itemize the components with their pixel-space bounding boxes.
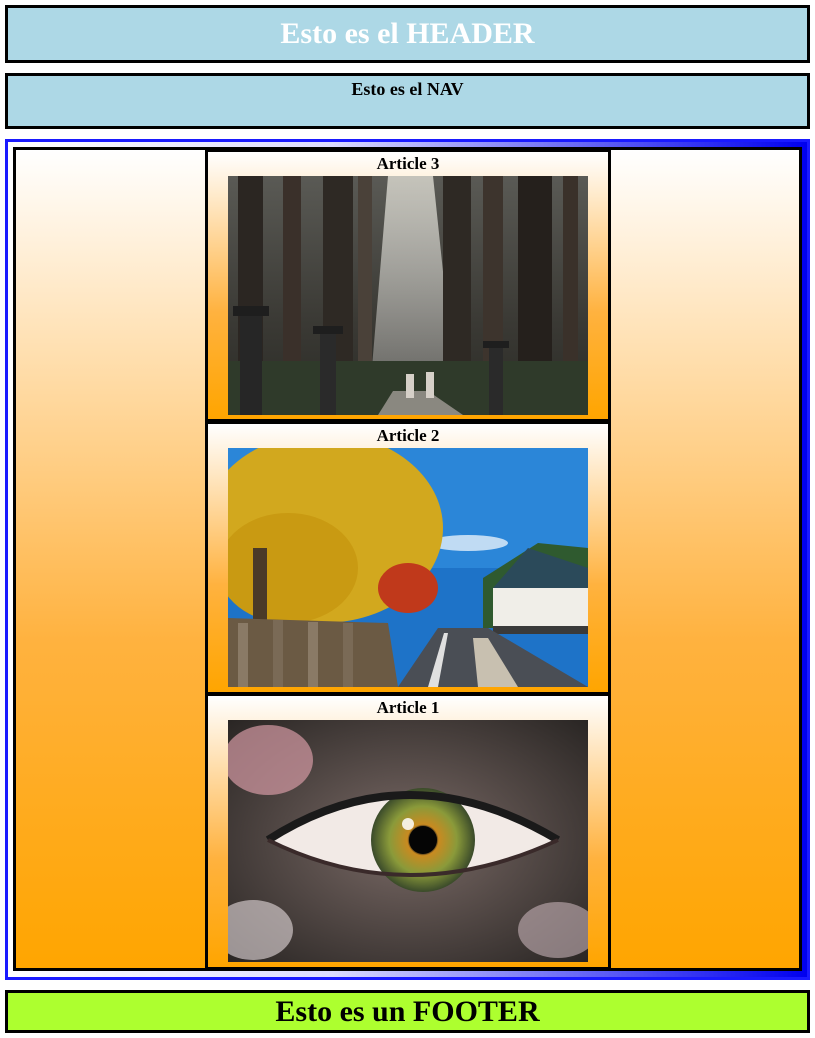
footer-title: Esto es un FOOTER (275, 995, 540, 1028)
forest-path-photo (228, 176, 588, 415)
article-title: Article 2 (376, 426, 440, 445)
article-title: Article 1 (376, 698, 440, 717)
nav-title: Esto es el NAV (351, 79, 464, 99)
header-title: Esto es el HEADER (280, 17, 535, 50)
page-header: Esto es el HEADER (5, 5, 810, 63)
article-2: Article 2 (205, 421, 611, 695)
article-1: Article 1 (205, 693, 611, 970)
autumn-street-photo (228, 448, 588, 687)
nav-bar: Esto es el NAV (5, 73, 810, 129)
article-title: Article 3 (376, 154, 440, 173)
page-footer: Esto es un FOOTER (5, 990, 810, 1033)
eye-closeup-photo (228, 720, 588, 962)
article-3: Article 3 (205, 149, 611, 422)
